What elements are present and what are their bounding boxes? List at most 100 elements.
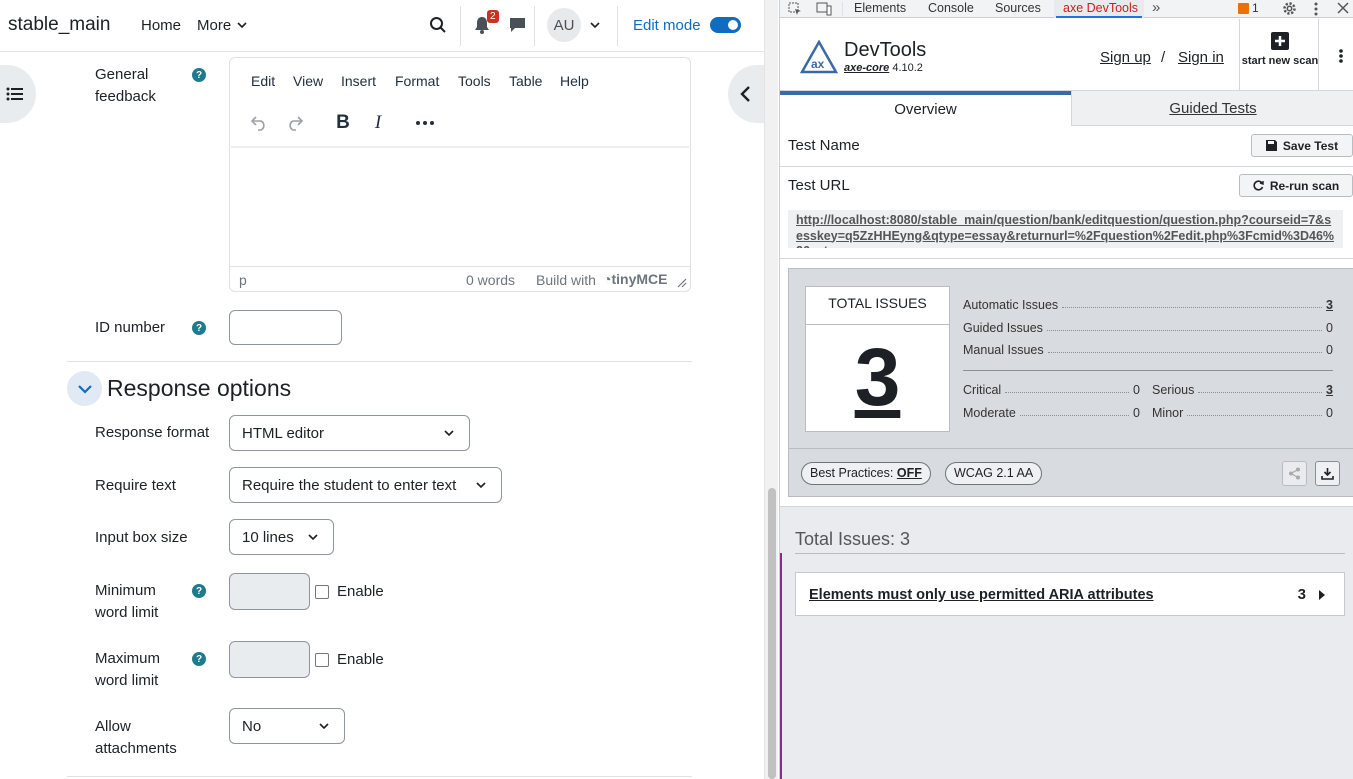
- more-tabs-icon[interactable]: »: [1152, 0, 1160, 16]
- word-count[interactable]: 0 words: [466, 272, 515, 288]
- allow-attachments-select[interactable]: No: [229, 708, 345, 744]
- tab-overview[interactable]: Overview: [780, 91, 1071, 126]
- navbar-divider: [534, 6, 535, 46]
- scrollbar-thumb[interactable]: [768, 488, 776, 779]
- kebab-menu-icon[interactable]: [1314, 2, 1318, 16]
- axe-core-version: axe-core 4.10.2: [844, 62, 923, 74]
- moderate-label: Moderate: [963, 406, 1016, 420]
- section-divider: [67, 776, 692, 777]
- editor-menu-insert[interactable]: Insert: [341, 73, 376, 89]
- close-icon[interactable]: [1337, 2, 1349, 14]
- id-number-input[interactable]: [229, 310, 342, 345]
- row-divider: [780, 258, 1353, 259]
- best-practices-toggle[interactable]: Best Practices: OFF: [801, 462, 931, 485]
- avatar[interactable]: AU: [547, 8, 581, 42]
- edit-mode-label: Edit mode: [633, 17, 701, 34]
- user-menu-chevron-icon[interactable]: [584, 14, 606, 36]
- rerun-scan-label: Re-run scan: [1269, 178, 1340, 193]
- allow-attachments-value: No: [242, 718, 262, 735]
- bold-icon[interactable]: B: [332, 112, 354, 134]
- issue-group-row[interactable]: Elements must only use permitted ARIA at…: [795, 572, 1345, 616]
- kebab-menu-icon[interactable]: [1339, 49, 1343, 63]
- tab-guided-tests[interactable]: Guided Tests: [1071, 91, 1353, 126]
- enable-label: Enable: [337, 651, 384, 668]
- issues-count[interactable]: 1: [1252, 1, 1259, 15]
- site-brand[interactable]: stable_main: [8, 14, 110, 36]
- wcag-standard-selector[interactable]: WCAG 2.1 AA: [945, 462, 1043, 485]
- max-word-limit-input[interactable]: [229, 641, 310, 678]
- editor-menu-tools[interactable]: Tools: [458, 73, 491, 89]
- issue-title[interactable]: Elements must only use permitted ARIA at…: [809, 587, 1154, 603]
- axe-core-link[interactable]: axe-core: [844, 62, 889, 74]
- nav-more-label: More: [197, 17, 232, 34]
- rerun-scan-button[interactable]: Re-run scan: [1239, 174, 1353, 197]
- editor-menu-edit[interactable]: Edit: [251, 73, 275, 89]
- help-icon[interactable]: ?: [192, 584, 206, 598]
- help-icon[interactable]: ?: [192, 68, 206, 82]
- automatic-issues-count[interactable]: 3: [1326, 298, 1333, 312]
- response-format-label: Response format: [95, 424, 210, 441]
- allow-attachments-label: Allow attachments: [95, 718, 177, 757]
- serious-count[interactable]: 3: [1326, 383, 1333, 397]
- start-new-scan-button[interactable]: start new scan: [1239, 19, 1319, 91]
- guided-issues-row: Guided Issues 0: [963, 321, 1333, 335]
- max-word-limit-label: Maximum word limit: [95, 650, 161, 689]
- editor-menu-view[interactable]: View: [293, 73, 323, 89]
- edit-mode-toggle[interactable]: [710, 17, 741, 33]
- resize-handle-icon[interactable]: [677, 278, 687, 288]
- navbar-divider: [460, 6, 461, 46]
- nav-home[interactable]: Home: [141, 17, 181, 34]
- serious-row: Serious 3: [1152, 383, 1333, 397]
- export-button[interactable]: [1315, 461, 1340, 486]
- redo-icon[interactable]: [284, 112, 306, 134]
- tinymce-logo[interactable]: ◔tinyMCE: [603, 271, 667, 287]
- inspect-element-icon[interactable]: [788, 2, 802, 16]
- gear-icon[interactable]: [1282, 1, 1297, 16]
- editor-menu-table[interactable]: Table: [509, 73, 542, 89]
- chevron-down-icon: [444, 430, 454, 437]
- issues-icon[interactable]: [1238, 3, 1249, 14]
- italic-icon[interactable]: I: [367, 112, 389, 134]
- nav-more[interactable]: More: [197, 17, 247, 34]
- editor-statusbar: p 0 words Build with ◔tinyMCE: [230, 266, 690, 292]
- share-button[interactable]: [1282, 461, 1307, 486]
- input-box-size-select[interactable]: 10 lines: [229, 519, 334, 555]
- search-icon[interactable]: [427, 14, 449, 36]
- tab-console[interactable]: Console: [928, 1, 974, 15]
- tab-axe-devtools[interactable]: axe DevTools: [1063, 1, 1138, 15]
- toggle-knob: [728, 20, 738, 30]
- sign-in-link[interactable]: Sign in: [1178, 49, 1224, 66]
- save-test-button[interactable]: Save Test: [1251, 134, 1353, 157]
- manual-issues-count: 0: [1326, 343, 1333, 357]
- min-word-limit-enable-checkbox[interactable]: [315, 585, 329, 599]
- rich-text-editor: Edit View Insert Format Tools Table Help…: [229, 57, 691, 292]
- min-word-limit-input[interactable]: [229, 573, 310, 610]
- total-issues-count[interactable]: 3: [806, 325, 949, 431]
- section-collapse-button[interactable]: [67, 371, 102, 406]
- help-icon[interactable]: ?: [192, 321, 206, 335]
- message-icon[interactable]: [506, 14, 528, 36]
- more-toolbar-icon[interactable]: [414, 112, 436, 134]
- notification-badge: 2: [487, 10, 499, 23]
- device-toolbar-icon[interactable]: [816, 2, 832, 16]
- undo-icon[interactable]: [248, 112, 270, 134]
- avatar-initials: AU: [553, 16, 575, 34]
- sign-up-link[interactable]: Sign up: [1100, 49, 1151, 66]
- test-url-link[interactable]: http://localhost:8080/stable_main/questi…: [788, 210, 1343, 248]
- tab-elements[interactable]: Elements: [854, 1, 906, 15]
- min-word-limit-label: Minimum word limit: [95, 582, 159, 621]
- id-number-label: ID number: [95, 319, 166, 336]
- section-title: Response options: [107, 375, 292, 401]
- chevron-down-icon: [308, 534, 318, 541]
- editor-menu-format[interactable]: Format: [395, 73, 439, 89]
- editor-menu-help[interactable]: Help: [560, 73, 589, 89]
- response-format-select[interactable]: HTML editor: [229, 415, 470, 451]
- editor-path[interactable]: p: [239, 272, 247, 288]
- page-scrollbar[interactable]: [764, 0, 778, 779]
- build-with-text: Build with: [536, 272, 596, 288]
- require-text-select[interactable]: Require the student to enter text: [229, 467, 502, 503]
- max-word-limit-enable-checkbox[interactable]: [315, 653, 329, 667]
- help-icon[interactable]: ?: [192, 652, 206, 666]
- tab-sources[interactable]: Sources: [995, 1, 1041, 15]
- save-test-label: Save Test: [1282, 138, 1339, 153]
